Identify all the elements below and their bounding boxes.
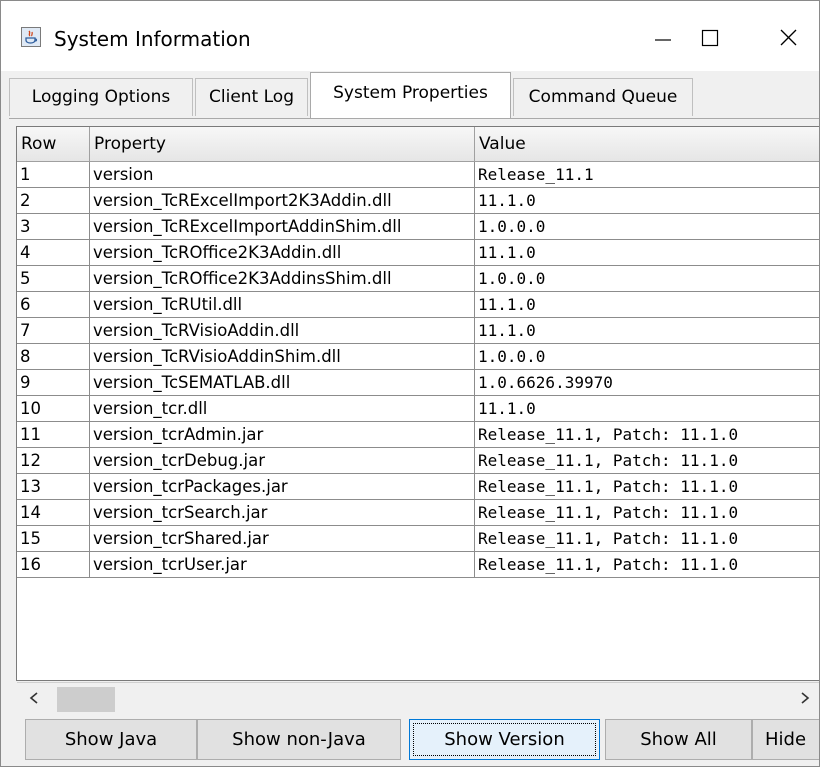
cell-property: version_TcRUtil.dll (90, 292, 475, 317)
maximize-icon (701, 29, 719, 47)
table-row[interactable]: 16 version_tcrUser.jar Release_11.1, Pat… (17, 552, 819, 578)
cell-property: version_tcrPackages.jar (90, 474, 475, 499)
show-non-java-button[interactable]: Show non-Java (197, 719, 401, 760)
table-row[interactable]: 15 version_tcrShared.jar Release_11.1, P… (17, 526, 819, 552)
tab-system-properties[interactable]: System Properties (310, 72, 511, 118)
cell-value: Release_11.1, Patch: 11.1.0 (478, 451, 739, 470)
cell-row: 6 (17, 292, 90, 317)
table-row[interactable]: 10 version_tcr.dll 11.1.0 (17, 396, 819, 422)
cell-row: 11 (17, 422, 90, 447)
table-row[interactable]: 4 version_TcROffice2K3Addin.dll 11.1.0 (17, 240, 819, 266)
show-version-button[interactable]: Show Version (409, 719, 600, 760)
cell-row: 16 (17, 552, 90, 577)
table-header: Row Property Value (17, 127, 819, 162)
cell-property: version_tcrAdmin.jar (90, 422, 475, 447)
table-row[interactable]: 2 version_TcRExcelImport2K3Addin.dll 11.… (17, 188, 819, 214)
tab-client-log[interactable]: Client Log (195, 78, 308, 116)
cell-property: version_TcSEMATLAB.dll (90, 370, 475, 395)
cell-row: 2 (17, 188, 90, 213)
cell-property: version_TcRExcelImportAddinShim.dll (90, 214, 475, 239)
tab-logging-options[interactable]: Logging Options (9, 78, 193, 116)
cell-property: version_tcr.dll (90, 396, 475, 421)
cell-value: 1.0.0.0 (478, 347, 546, 366)
cell-property: version_TcROffice2K3Addin.dll (90, 240, 475, 265)
table-row[interactable]: 14 version_tcrSearch.jar Release_11.1, P… (17, 500, 819, 526)
cell-row: 10 (17, 396, 90, 421)
cell-row: 15 (17, 526, 90, 551)
java-app-icon[interactable] (21, 27, 41, 47)
cell-property: version_TcRVisioAddinShim.dll (90, 344, 475, 369)
focus-ring (413, 723, 596, 756)
cell-value: 1.0.0.0 (478, 217, 546, 236)
table-body: 1 version Release_11.1 2 version_TcRExce… (17, 162, 819, 578)
cell-row: 9 (17, 370, 90, 395)
show-all-button[interactable]: Show All (605, 719, 752, 760)
table-row[interactable]: 5 version_TcROffice2K3AddinsShim.dll 1.0… (17, 266, 819, 292)
chevron-right-icon (800, 692, 809, 704)
cell-property: version_tcrShared.jar (90, 526, 475, 551)
scroll-right-button[interactable] (788, 683, 819, 716)
cell-property: version_TcROffice2K3AddinsShim.dll (90, 266, 475, 291)
cell-row: 8 (17, 344, 90, 369)
cell-value: Release_11.1, Patch: 11.1.0 (478, 529, 739, 548)
properties-table: Row Property Value 1 version Release_11.… (16, 126, 819, 681)
horizontal-scrollbar[interactable] (17, 682, 819, 716)
system-information-window: System Information Logging Options Clien… (0, 0, 820, 767)
cell-value: Release_11.1, Patch: 11.1.0 (478, 503, 739, 522)
cell-row: 4 (17, 240, 90, 265)
column-header-property[interactable]: Property (90, 127, 475, 161)
table-row[interactable]: 11 version_tcrAdmin.jar Release_11.1, Pa… (17, 422, 819, 448)
cell-property: version (90, 162, 475, 187)
cell-value: Release_11.1, Patch: 11.1.0 (478, 477, 739, 496)
table-row[interactable]: 3 version_TcRExcelImportAddinShim.dll 1.… (17, 214, 819, 240)
cell-value: 11.1.0 (478, 399, 536, 418)
window-title: System Information (54, 27, 251, 51)
cell-value: 11.1.0 (478, 295, 536, 314)
title-bar[interactable]: System Information (1, 1, 819, 71)
cell-value: Release_11.1 (478, 165, 594, 184)
cell-row: 1 (17, 162, 90, 187)
table-row[interactable]: 1 version Release_11.1 (17, 162, 819, 188)
close-button[interactable] (764, 17, 812, 57)
hide-button[interactable]: Hide (752, 719, 819, 760)
tab-command-queue[interactable]: Command Queue (513, 78, 693, 116)
table-row[interactable]: 13 version_tcrPackages.jar Release_11.1,… (17, 474, 819, 500)
cell-property: version_TcRExcelImport2K3Addin.dll (90, 188, 475, 213)
cell-value: Release_11.1, Patch: 11.1.0 (478, 425, 739, 444)
column-header-row[interactable]: Row (17, 127, 90, 161)
table-row[interactable]: 9 version_TcSEMATLAB.dll 1.0.6626.39970 (17, 370, 819, 396)
cell-row: 3 (17, 214, 90, 239)
cell-property: version_tcrUser.jar (90, 552, 475, 577)
cell-value: 1.0.6626.39970 (478, 373, 613, 392)
close-icon (780, 29, 797, 46)
cell-row: 7 (17, 318, 90, 343)
cell-row: 12 (17, 448, 90, 473)
chevron-left-icon (29, 692, 38, 704)
table-row[interactable]: 6 version_TcRUtil.dll 11.1.0 (17, 292, 819, 318)
cell-property: version_tcrDebug.jar (90, 448, 475, 473)
maximize-button[interactable] (686, 17, 734, 57)
scrollbar-thumb[interactable] (57, 687, 115, 712)
cell-row: 5 (17, 266, 90, 291)
table-row[interactable]: 7 version_TcRVisioAddin.dll 11.1.0 (17, 318, 819, 344)
cell-property: version_TcRVisioAddin.dll (90, 318, 475, 343)
show-java-button[interactable]: Show Java (25, 719, 197, 760)
table-row[interactable]: 12 version_tcrDebug.jar Release_11.1, Pa… (17, 448, 819, 474)
column-header-value[interactable]: Value (475, 127, 819, 161)
cell-row: 14 (17, 500, 90, 525)
cell-row: 13 (17, 474, 90, 499)
cell-value: Release_11.1, Patch: 11.1.0 (478, 555, 739, 574)
table-row[interactable]: 8 version_TcRVisioAddinShim.dll 1.0.0.0 (17, 344, 819, 370)
tab-strip: Logging Options Client Log System Proper… (9, 70, 819, 120)
cell-value: 11.1.0 (478, 243, 536, 262)
minimize-icon (655, 39, 671, 41)
cell-value: 1.0.0.0 (478, 269, 546, 288)
cell-value: 11.1.0 (478, 191, 536, 210)
minimize-button[interactable] (639, 17, 687, 57)
scroll-left-button[interactable] (17, 683, 50, 716)
cell-property: version_tcrSearch.jar (90, 500, 475, 525)
cell-value: 11.1.0 (478, 321, 536, 340)
